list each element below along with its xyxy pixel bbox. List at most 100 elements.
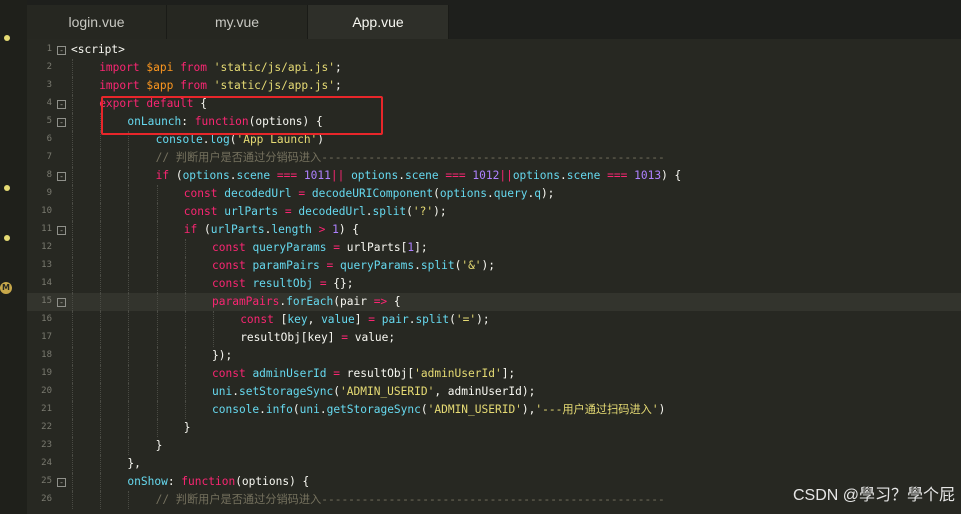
code-token: 'ADMIN_USERID' (340, 385, 435, 398)
code-line[interactable]: 22} (27, 419, 961, 437)
code-line[interactable]: 1- <script> (27, 41, 961, 59)
indent-guide (128, 383, 130, 401)
indent-guide (100, 203, 102, 221)
indent-guide (72, 293, 73, 311)
indent-guide (184, 239, 186, 257)
code-token: split (415, 313, 450, 326)
code-token: . (559, 169, 567, 182)
code-line[interactable]: 15- paramPairs.forEach(pair => { (27, 293, 961, 311)
indent-guide (72, 401, 73, 419)
code-token: split (372, 205, 407, 218)
indent-guide (184, 293, 186, 311)
bookmark-dot-icon[interactable] (4, 35, 10, 41)
code-line[interactable]: 12 const queryParams = urlParts[1]; (27, 239, 961, 257)
indent-guide (128, 149, 130, 167)
code-token: (options) { (235, 475, 310, 488)
indent-guide (72, 491, 73, 509)
code-line[interactable]: 18}); (27, 347, 961, 365)
fold-toggle-icon[interactable]: - (57, 172, 66, 181)
code-token: options (439, 187, 487, 200)
line-number: 9 (46, 188, 52, 198)
line-number: 24 (41, 458, 52, 468)
code-line[interactable]: 7 // 判断用户是否通过分销码进入-----------------------… (27, 149, 961, 167)
fold-toggle-icon[interactable]: - (57, 298, 66, 307)
code-token: === (276, 169, 298, 182)
fold-toggle-icon[interactable]: - (57, 226, 66, 235)
bookmark-dot-icon[interactable] (4, 185, 10, 191)
tab-app-vue[interactable]: App.vue (308, 5, 449, 39)
code-token: ; (335, 61, 342, 74)
code-line[interactable]: 2 import $api from 'static/js/api.js'; (27, 59, 961, 77)
fold-toggle-icon[interactable]: - (57, 46, 66, 55)
code-token: ( (420, 403, 428, 416)
code-line[interactable]: 8- if (options.scene === 1011|| options.s… (27, 167, 961, 185)
code-token: ( (292, 403, 300, 416)
code-token: urlParts (224, 205, 279, 218)
indent-guide (156, 293, 158, 311)
line-number: 5 (46, 116, 52, 126)
code-line[interactable]: 20 uni.setStorageSync('ADMIN_USERID', adm… (27, 383, 961, 401)
indent-guide (72, 203, 73, 221)
csdn-watermark: CSDN @學习？學个屁 (792, 487, 955, 504)
indent-guide (156, 203, 158, 221)
indent-guide (100, 473, 102, 491)
indent-guide (72, 113, 73, 131)
indent-guide (72, 437, 73, 455)
line-number: 8 (46, 170, 52, 180)
code-token: queryParams (340, 259, 415, 272)
modified-m-icon[interactable]: M (0, 282, 12, 294)
code-text: onShow: function(options) { (127, 474, 309, 490)
code-line[interactable]: 10 const urlParts = decodedUrl.split('?')… (27, 203, 961, 221)
code-token: '&' (461, 259, 482, 272)
code-line[interactable]: 16 const [key, value] = pair.split('='); (27, 311, 961, 329)
code-line[interactable]: 19 const adminUserId = resultObj['adminUs… (27, 365, 961, 383)
code-line[interactable]: 3 import $app from 'static/js/app.js'; (27, 77, 961, 95)
indent-guide (72, 347, 73, 365)
code-line[interactable]: 17 resultObj[key] = value; (27, 329, 961, 347)
code-token: decodeURIComponent (311, 187, 434, 200)
fold-toggle-icon[interactable]: - (57, 478, 66, 487)
code-text: }, (127, 456, 140, 472)
fold-toggle-icon[interactable]: - (57, 100, 66, 109)
code-token: <script> (71, 43, 125, 56)
line-number: 21 (41, 404, 52, 414)
tab-login-vue[interactable]: login.vue (27, 5, 167, 39)
tab-my-vue[interactable]: my.vue (167, 5, 308, 39)
code-text: import $api from 'static/js/api.js'; (99, 60, 342, 76)
indent-guide (156, 329, 158, 347)
code-token: === (607, 169, 628, 182)
indent-guide (128, 239, 130, 257)
code-line[interactable]: 23} (27, 437, 961, 455)
code-token: urlParts (210, 223, 265, 236)
code-line[interactable]: 13 const paramPairs = queryParams.split('… (27, 257, 961, 275)
indent-guide (100, 239, 102, 257)
code-token: setStorageSync (238, 385, 334, 398)
code-token: const (183, 187, 218, 200)
code-token: . (398, 169, 405, 182)
code-line[interactable]: 21 console.info(uni.getStorageSync('ADMIN… (27, 401, 961, 419)
code-token: [ (273, 313, 288, 326)
indent-guide (184, 257, 186, 275)
code-line[interactable]: 11- if (urlParts.length > 1) { (27, 221, 961, 239)
code-text: const decodedUrl = decodeURIComponent(op… (184, 186, 555, 202)
indent-guide (128, 419, 130, 437)
indent-guide (100, 491, 102, 509)
tab-label: my.vue (214, 14, 260, 30)
indent-guide (128, 221, 130, 239)
code-line[interactable]: 9 const decodedUrl = decodeURIComponent(o… (27, 185, 961, 203)
code-token: ]; (414, 241, 428, 254)
code-line[interactable]: 14 const resultObj = {}; (27, 275, 961, 293)
indent-guide (100, 149, 102, 167)
indent-guide (100, 437, 102, 455)
fold-toggle-icon[interactable]: - (57, 118, 66, 127)
code-token: decodedUrl (224, 187, 292, 200)
code-token: from (180, 79, 208, 92)
bookmark-dot-icon[interactable] (4, 235, 10, 241)
code-token: 1012 (472, 169, 500, 182)
code-line[interactable]: 24}, (27, 455, 961, 473)
line-number: 11 (41, 224, 52, 234)
indent-guide (100, 257, 102, 275)
indent-guide (213, 311, 214, 329)
